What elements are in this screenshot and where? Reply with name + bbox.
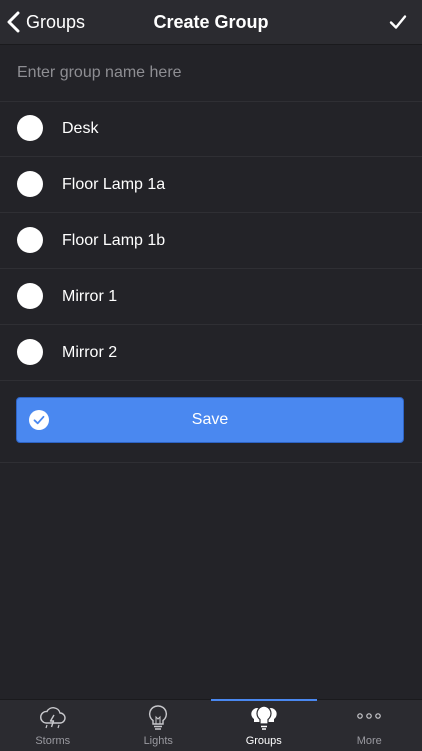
bulb-group-icon (249, 704, 279, 732)
more-dots-icon (354, 704, 384, 732)
tab-bar: Storms Lights Groups More (0, 699, 422, 751)
light-label: Mirror 2 (62, 325, 117, 380)
tab-label: More (317, 735, 422, 747)
group-name-input[interactable] (17, 45, 407, 101)
light-label: Floor Lamp 1a (62, 157, 165, 212)
radio-circle-icon[interactable] (17, 171, 43, 197)
light-item-mirror-2[interactable]: Mirror 2 (0, 325, 422, 381)
tab-storms[interactable]: Storms (0, 700, 106, 751)
radio-circle-icon[interactable] (17, 227, 43, 253)
group-name-row (0, 45, 422, 102)
navigation-bar: Groups Create Group (0, 0, 422, 45)
save-row: Save (0, 381, 422, 463)
save-button[interactable]: Save (16, 397, 404, 443)
radio-circle-icon[interactable] (17, 339, 43, 365)
checkmark-icon[interactable] (388, 12, 408, 32)
tab-lights[interactable]: Lights (106, 700, 212, 751)
back-button[interactable]: Groups (6, 0, 85, 44)
active-tab-indicator (211, 699, 317, 701)
light-item-mirror-1[interactable]: Mirror 1 (0, 269, 422, 325)
light-item-desk[interactable]: Desk (0, 101, 422, 157)
light-label: Desk (62, 101, 98, 156)
light-label: Floor Lamp 1b (62, 213, 165, 268)
back-label: Groups (26, 12, 85, 33)
light-bulb-icon (143, 704, 173, 732)
save-label: Save (17, 398, 403, 442)
tab-label: Lights (106, 735, 212, 747)
light-list: Desk Floor Lamp 1a Floor Lamp 1b Mirror … (0, 101, 422, 381)
light-item-floor-lamp-1a[interactable]: Floor Lamp 1a (0, 157, 422, 213)
tab-more[interactable]: More (317, 700, 422, 751)
radio-circle-icon[interactable] (17, 115, 43, 141)
light-label: Mirror 1 (62, 269, 117, 324)
tab-label: Storms (0, 735, 106, 747)
light-item-floor-lamp-1b[interactable]: Floor Lamp 1b (0, 213, 422, 269)
tab-label: Groups (211, 735, 317, 747)
radio-circle-icon[interactable] (17, 283, 43, 309)
tab-groups[interactable]: Groups (211, 700, 317, 751)
chevron-left-icon (6, 11, 22, 33)
storm-cloud-icon (38, 704, 68, 732)
